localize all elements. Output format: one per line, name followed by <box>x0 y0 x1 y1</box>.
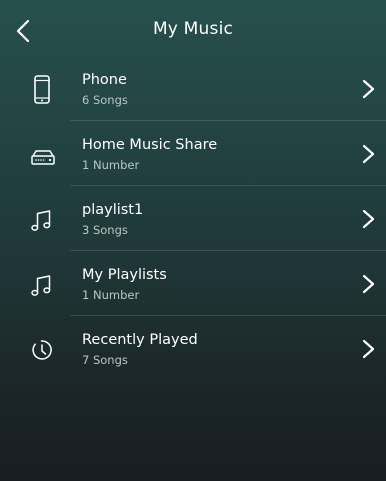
chevron-right-icon <box>358 207 378 231</box>
item-count: 1 Number <box>82 158 140 172</box>
chevron-right-icon <box>358 337 378 361</box>
item-label: playlist1 <box>82 202 144 218</box>
item-count: 7 Songs <box>82 353 128 367</box>
list-item-playlist1[interactable]: playlist1 3 Songs <box>0 186 386 251</box>
item-label: Phone <box>82 72 127 88</box>
list-item-my-playlists[interactable]: My Playlists 1 Number <box>0 251 386 316</box>
list-item-home-music-share[interactable]: Home Music Share 1 Number <box>0 121 386 186</box>
item-count: 6 Songs <box>82 93 128 107</box>
phone-icon <box>24 72 60 108</box>
music-note-icon <box>24 202 60 238</box>
music-source-list: Phone 6 Songs Home Music Share 1 Number <box>0 56 386 381</box>
chevron-right-icon <box>358 142 378 166</box>
item-label: Home Music Share <box>82 137 218 153</box>
item-label: Recently Played <box>82 332 198 348</box>
router-icon <box>24 137 60 173</box>
chevron-right-icon <box>358 77 378 101</box>
page-title: My Music <box>152 19 234 39</box>
item-count: 1 Number <box>82 288 140 302</box>
item-count: 3 Songs <box>82 223 128 237</box>
music-note-icon <box>24 267 60 303</box>
item-label: My Playlists <box>82 267 167 283</box>
list-item-recently-played[interactable]: Recently Played 7 Songs <box>0 316 386 381</box>
chevron-right-icon <box>358 272 378 296</box>
list-item-phone[interactable]: Phone 6 Songs <box>0 56 386 121</box>
history-clock-icon <box>24 332 60 368</box>
